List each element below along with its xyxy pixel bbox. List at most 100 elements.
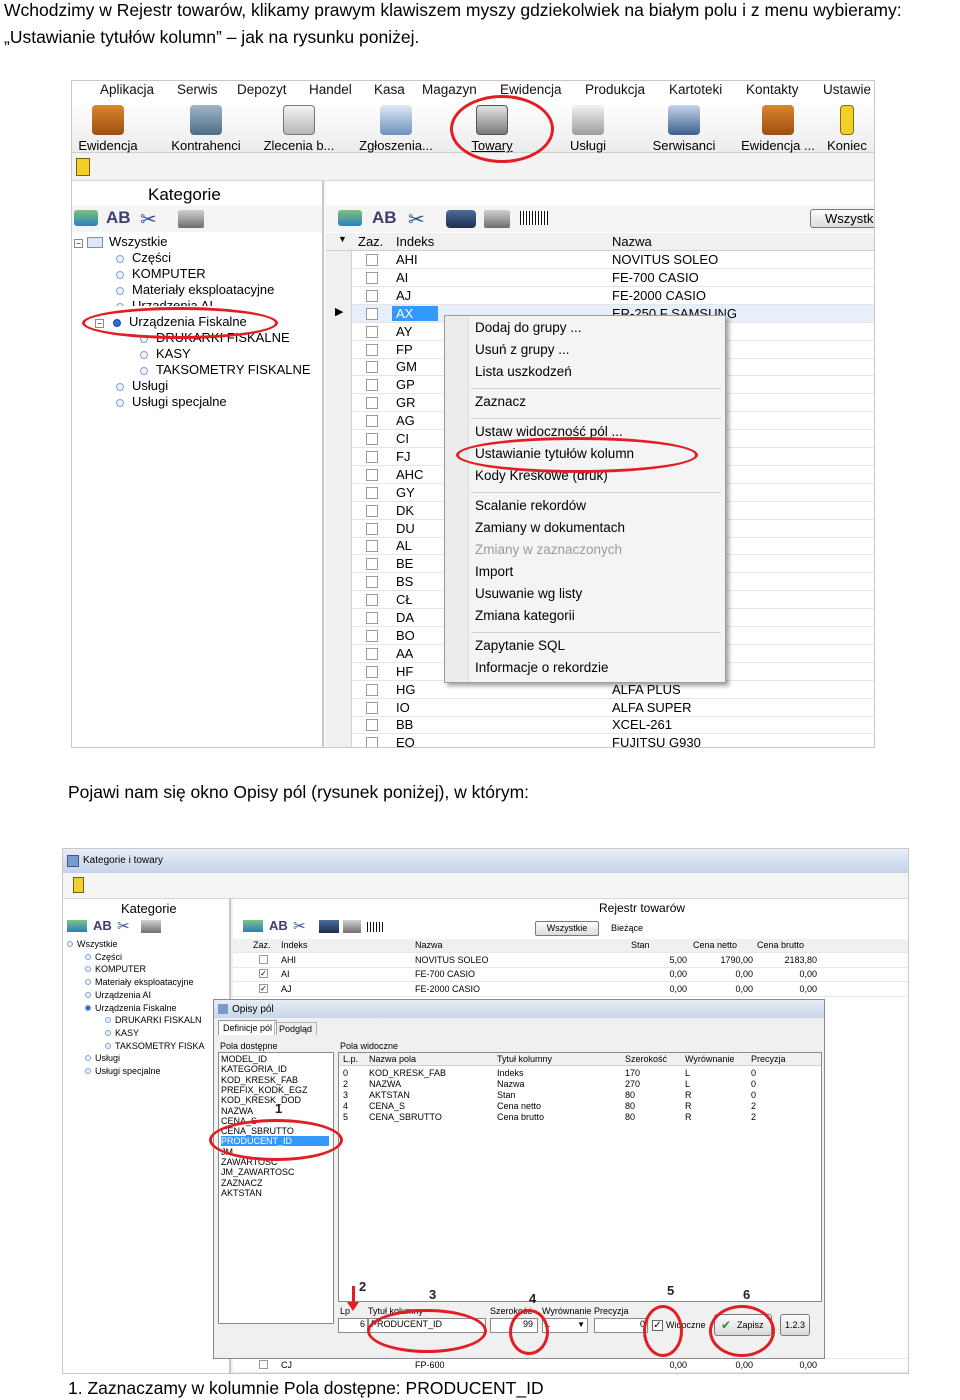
rename-icon[interactable]: AB <box>372 208 397 228</box>
table-row[interactable]: AJ FE-2000 CASIO <box>326 286 874 305</box>
row-checkbox[interactable] <box>259 955 268 964</box>
visible-table-row[interactable]: 4 CENA_S Cena netto 80 R 2 <box>339 1101 821 1112</box>
tree-item-uslugi[interactable]: Usługi <box>116 378 168 393</box>
tree-item-taksometry[interactable]: TAKSOMETRY FISKALNE <box>140 362 322 377</box>
menu-item-kontakty[interactable]: Kontakty <box>746 82 799 97</box>
context-menu-item[interactable]: Dodaj do grupy ... <box>475 320 582 335</box>
context-menu-item[interactable]: Scalanie rekordów <box>475 498 586 513</box>
row-checkbox[interactable] <box>366 486 378 499</box>
tree-item-komputer[interactable]: KOMPUTER <box>116 266 206 281</box>
tree-item-kasy[interactable]: KASY <box>140 346 191 361</box>
add-icon[interactable] <box>243 920 263 932</box>
row-checkbox[interactable] <box>366 415 378 428</box>
numbering-button[interactable]: 1.2.3 <box>780 1314 810 1336</box>
menu-item-produkcja[interactable]: Produkcja <box>585 82 645 97</box>
barcode-icon[interactable] <box>520 211 548 225</box>
row-checkbox[interactable] <box>366 433 378 445</box>
context-menu-item[interactable]: Informacje o rekordzie <box>475 660 609 675</box>
context-menu-item[interactable]: Zamiany w dokumentach <box>475 520 625 535</box>
column-header[interactable]: Cena brutto <box>757 940 804 950</box>
tab-biezace[interactable]: Bieżące <box>611 923 643 933</box>
tree-item[interactable]: Materiały eksploatacyjne <box>85 977 194 987</box>
door-icon[interactable] <box>76 158 90 176</box>
filter-all-button[interactable]: Wszystk <box>810 209 874 228</box>
barcode-icon[interactable] <box>367 922 385 932</box>
add-icon[interactable] <box>67 920 87 932</box>
row-checkbox[interactable] <box>259 1360 268 1369</box>
column-header[interactable]: L.p. <box>343 1054 358 1064</box>
col-indeks[interactable]: Indeks <box>396 234 434 249</box>
row-checkbox[interactable] <box>366 361 378 374</box>
tab-podglad[interactable]: Podgląd <box>274 1022 318 1035</box>
tree-item[interactable]: Części <box>85 952 122 962</box>
available-field-item[interactable]: KOD_KRESK_FAB <box>221 1075 329 1085</box>
door-icon[interactable] <box>73 877 84 893</box>
table-row[interactable]: HG ALFA PLUS <box>326 680 874 699</box>
tree-item[interactable]: Usługi specjalne <box>85 1066 161 1076</box>
visible-table-row[interactable]: 2 NAZWA Nazwa 270 L 0 <box>339 1079 821 1090</box>
row-checkbox[interactable] <box>366 683 378 696</box>
add-icon[interactable] <box>338 210 362 226</box>
available-field-item[interactable]: JM_ZAWARTOSC <box>221 1167 329 1177</box>
table-row[interactable]: AI FE-700 CASIO <box>326 268 874 287</box>
context-menu-item[interactable]: Usuwanie wg listy <box>475 586 582 601</box>
row-checkbox[interactable] <box>366 612 378 624</box>
context-menu-item[interactable]: Zapytanie SQL <box>475 638 565 653</box>
menu-item-ustawienia[interactable]: Ustawie <box>823 82 871 97</box>
column-header[interactable]: Wyrównanie <box>685 1054 734 1064</box>
row-checkbox[interactable] <box>366 719 378 732</box>
tree-item-uslugi-specjalne[interactable]: Usługi specjalne <box>116 394 227 409</box>
toolbar-uslugi[interactable]: Usługi <box>540 105 636 153</box>
column-header[interactable]: Szerokość <box>625 1054 667 1064</box>
row-checkbox[interactable] <box>366 665 378 678</box>
tree-item[interactable]: KOMPUTER <box>85 964 146 974</box>
col-nazwa[interactable]: Nazwa <box>612 234 652 249</box>
available-field-item[interactable]: AKTSTAN <box>221 1188 329 1198</box>
toolbar-zlecenia[interactable]: Zlecenia b... <box>251 105 347 153</box>
visible-table-row[interactable]: 3 AKTSTAN Stan 80 R 0 <box>339 1090 821 1101</box>
column-header[interactable]: Stan <box>631 940 650 950</box>
context-menu-item[interactable]: Usuń z grupy ... <box>475 342 570 357</box>
row-checkbox[interactable] <box>366 379 378 392</box>
column-header[interactable]: Tytuł kolumny <box>497 1054 552 1064</box>
menu-item-aplikacja[interactable]: Aplikacja <box>100 82 154 97</box>
toolbar-koniec[interactable]: Koniec <box>812 105 874 153</box>
column-header[interactable]: Nazwa pola <box>369 1054 416 1064</box>
row-checkbox[interactable] <box>366 343 378 356</box>
context-menu-item[interactable]: Import <box>475 564 513 579</box>
table-row[interactable]: IO ALFA SUPER <box>326 698 874 717</box>
row-checkbox[interactable] <box>366 701 378 714</box>
scissors-icon[interactable]: ✂ <box>293 917 306 935</box>
row-checkbox[interactable]: ✓ <box>259 983 268 993</box>
rename-icon[interactable]: AB <box>269 918 288 933</box>
table-row[interactable]: AHI NOVITUS SOLEO 5,00 1790,00 2183,80 <box>233 954 908 968</box>
row-checkbox[interactable] <box>366 629 378 642</box>
row-checkbox[interactable] <box>366 558 378 571</box>
row-checkbox[interactable] <box>366 522 378 535</box>
edit-lp-input[interactable]: 6 <box>338 1318 368 1333</box>
row-checkbox[interactable] <box>366 271 378 284</box>
row-checkbox[interactable]: ✓ <box>259 969 268 979</box>
add-icon[interactable] <box>74 210 98 226</box>
row-checkbox[interactable] <box>366 289 378 302</box>
table-row[interactable]: BB XCEL-261 <box>326 716 874 735</box>
column-header[interactable]: Zaz. <box>253 940 271 950</box>
menu-item-magazyn[interactable]: Magazyn <box>422 82 477 97</box>
tree-item[interactable]: KASY <box>105 1028 139 1038</box>
menu-item-serwis[interactable]: Serwis <box>177 82 218 97</box>
tree-item[interactable]: Usługi <box>85 1053 120 1063</box>
menu-item-handel[interactable]: Handel <box>309 82 352 97</box>
available-field-item[interactable]: ZAZNACZ <box>221 1178 329 1188</box>
column-header[interactable]: Indeks <box>281 940 308 950</box>
row-checkbox[interactable] <box>366 647 378 660</box>
tree-item-wszystkie[interactable]: − Wszystkie <box>74 234 168 249</box>
rename-icon[interactable]: AB <box>106 208 131 228</box>
row-checkbox[interactable] <box>366 504 378 517</box>
row-checkbox[interactable] <box>366 576 378 589</box>
row-checkbox[interactable] <box>366 307 378 320</box>
table-row[interactable]: ✓ AJ FE-2000 CASIO 0,00 0,00 0,00 <box>233 983 908 997</box>
row-checkbox[interactable] <box>366 254 378 266</box>
printer-icon[interactable] <box>141 920 161 933</box>
available-field-item[interactable]: PREFIX_KODK_EGZ <box>221 1085 329 1095</box>
tab-wszystkie[interactable]: Wszystkie <box>535 921 599 936</box>
